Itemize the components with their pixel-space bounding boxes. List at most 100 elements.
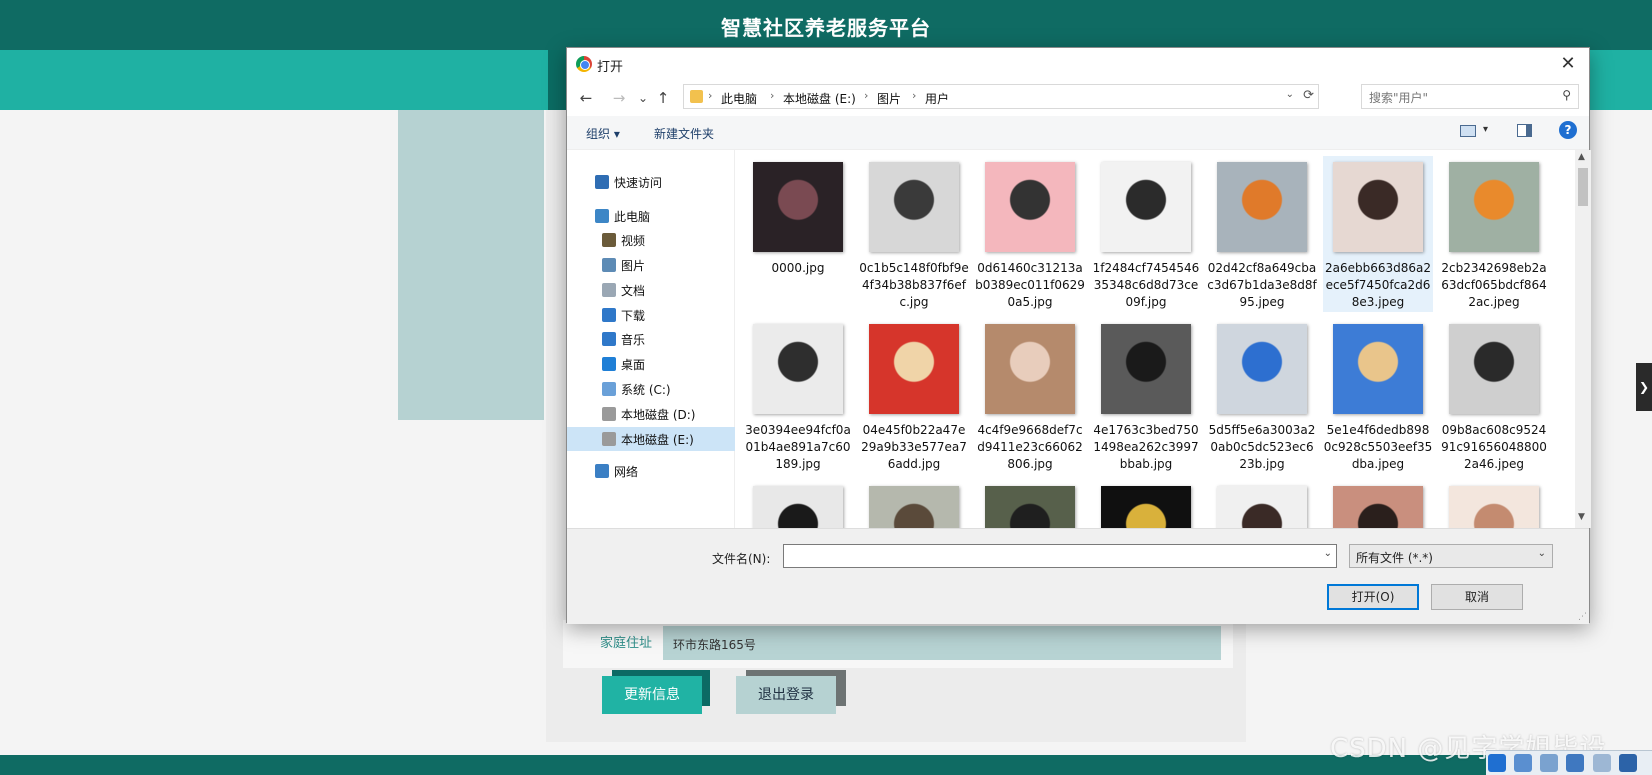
file-item[interactable] xyxy=(1439,480,1549,528)
chevron-down-icon[interactable]: ▾ xyxy=(1483,124,1488,135)
chevron-down-icon: ⌄ xyxy=(1537,548,1546,559)
file-item[interactable]: 0c1b5c148f0fbf9e4f34b38b837f6efc.jpg xyxy=(859,156,969,312)
recent-locations-button[interactable]: ⌄ xyxy=(633,88,653,108)
scroll-down-arrow[interactable]: ▼ xyxy=(1578,512,1585,522)
image-thumbnail xyxy=(1217,486,1307,528)
file-type-select[interactable]: 所有文件 (*.*) ⌄ xyxy=(1349,544,1553,568)
documents-icon xyxy=(602,283,616,297)
sidebar-item-label: 音乐 xyxy=(621,333,646,347)
scrollbar-thumb[interactable] xyxy=(1578,168,1588,206)
side-expand-tab[interactable]: ❯ xyxy=(1636,363,1652,411)
tray-icon[interactable] xyxy=(1540,754,1559,772)
breadcrumb-pictures[interactable]: 图片 xyxy=(877,90,901,107)
address-bar[interactable]: › 此电脑 › 本地磁盘 (E:) › 图片 › 用户 ⌄ ⟳ xyxy=(683,84,1319,109)
vertical-scrollbar[interactable]: ▲ ▼ xyxy=(1575,150,1591,528)
chrome-icon xyxy=(576,56,592,72)
view-mode-icon[interactable] xyxy=(1460,125,1476,137)
command-bar: 组织 ▾ 新建文件夹 ▾ ? xyxy=(567,116,1589,150)
file-item[interactable] xyxy=(1091,480,1201,528)
filename-input[interactable]: ⌄ xyxy=(783,544,1337,568)
organize-menu[interactable]: 组织 ▾ xyxy=(586,125,620,142)
filename-label: 文件名(N): xyxy=(712,552,771,566)
forward-button[interactable]: → xyxy=(609,88,629,108)
breadcrumb-users[interactable]: 用户 xyxy=(925,90,949,107)
sidebar-item[interactable]: 文档 xyxy=(567,278,735,302)
image-thumbnail xyxy=(869,486,959,528)
scroll-up-arrow[interactable]: ▲ xyxy=(1578,152,1585,162)
file-item[interactable]: 4c4f9e9668def7cd9411e23c66062806.jpg xyxy=(975,318,1085,474)
file-item[interactable]: 0d61460c31213ab0389ec011f06290a5.jpg xyxy=(975,156,1085,312)
file-name: 2a6ebb663d86a2ece5f7450fca2d68e3.jpeg xyxy=(1324,261,1432,309)
image-thumbnail xyxy=(1101,324,1191,414)
sidebar-item[interactable]: 下载 xyxy=(567,303,735,327)
file-item[interactable] xyxy=(975,480,1085,528)
file-name: 5d5ff5e6a3003a20ab0c5dc523ec623b.jpg xyxy=(1208,423,1316,471)
chevron-down-icon[interactable]: ⌄ xyxy=(1286,89,1294,100)
file-type-value: 所有文件 (*.*) xyxy=(1356,551,1433,565)
close-button[interactable]: ✕ xyxy=(1555,51,1581,77)
preview-pane-icon[interactable] xyxy=(1517,124,1532,137)
address-field[interactable]: 环市东路165号 xyxy=(663,626,1221,660)
search-input[interactable]: 搜索"用户" ⚲ xyxy=(1361,84,1579,109)
dialog-footer: 文件名(N): ⌄ 所有文件 (*.*) ⌄ 打开(O) 取消 ⋰ xyxy=(567,528,1589,624)
image-thumbnail xyxy=(985,162,1075,252)
new-folder-button[interactable]: 新建文件夹 xyxy=(654,125,714,142)
file-item[interactable]: 4e1763c3bed7501498ea262c3997bbab.jpg xyxy=(1091,318,1201,474)
sidebar-item[interactable]: 本地磁盘 (D:) xyxy=(567,402,735,426)
tray-icon[interactable] xyxy=(1566,754,1585,772)
file-item[interactable]: 3e0394ee94fcf0a01b4ae891a7c60189.jpg xyxy=(743,318,853,474)
help-icon[interactable]: ? xyxy=(1559,121,1577,139)
file-name: 04e45f0b22a47e29a9b33e577ea76add.jpg xyxy=(861,423,967,471)
sidebar-item[interactable]: 视频 xyxy=(567,228,735,252)
file-item[interactable] xyxy=(743,480,853,528)
file-item[interactable]: 5e1e4f6dedb8980c928c5503eef35dba.jpeg xyxy=(1323,318,1433,474)
logout-button[interactable]: 退出登录 xyxy=(736,676,836,714)
sidebar-item-label: 网络 xyxy=(614,465,639,479)
image-thumbnail xyxy=(753,486,843,528)
open-button[interactable]: 打开(O) xyxy=(1327,584,1419,610)
image-thumbnail xyxy=(1333,324,1423,414)
drive-icon xyxy=(602,432,616,446)
breadcrumb-this-pc[interactable]: 此电脑 xyxy=(721,90,757,107)
file-item[interactable]: 02d42cf8a649cbac3d67b1da3e8d8f95.jpeg xyxy=(1207,156,1317,312)
resize-grip[interactable]: ⋰ xyxy=(1578,612,1587,622)
sidebar-item[interactable]: 图片 xyxy=(567,253,735,277)
file-item[interactable]: 04e45f0b22a47e29a9b33e577ea76add.jpg xyxy=(859,318,969,474)
address-label: 家庭住址 xyxy=(600,636,653,651)
file-name: 0c1b5c148f0fbf9e4f34b38b837f6efc.jpg xyxy=(859,261,969,309)
sidebar-item[interactable]: 系统 (C:) xyxy=(567,377,735,401)
file-item[interactable]: 09b8ac608c952491c916560488002a46.jpeg xyxy=(1439,318,1549,474)
tray-icon[interactable] xyxy=(1488,754,1506,772)
folder-icon xyxy=(690,90,703,103)
file-item[interactable] xyxy=(1323,480,1433,528)
breadcrumb-separator: › xyxy=(708,89,713,102)
refresh-icon[interactable]: ⟳ xyxy=(1303,88,1314,103)
system-tray xyxy=(1486,750,1652,775)
image-thumbnail xyxy=(1333,162,1423,252)
tray-icon[interactable] xyxy=(1618,754,1637,772)
sidebar-item[interactable]: 桌面 xyxy=(567,352,735,376)
file-item[interactable]: 2cb2342698eb2a63dcf065bdcf8642ac.jpeg xyxy=(1439,156,1549,312)
image-thumbnail xyxy=(753,324,843,414)
file-item[interactable] xyxy=(859,480,969,528)
sidebar-item[interactable]: 快速访问 xyxy=(567,170,735,194)
file-item[interactable] xyxy=(1207,480,1317,528)
sidebar-item[interactable]: 此电脑 xyxy=(567,204,735,228)
network-icon xyxy=(595,464,609,478)
tray-icon[interactable] xyxy=(1514,754,1533,772)
tray-icon[interactable] xyxy=(1592,754,1611,772)
update-button[interactable]: 更新信息 xyxy=(602,676,702,714)
file-item[interactable]: 1f2484cf745454635348c6d8d73ce09f.jpg xyxy=(1091,156,1201,312)
music-icon xyxy=(602,332,616,346)
sidebar-item[interactable]: 本地磁盘 (E:) xyxy=(567,427,735,451)
cancel-button[interactable]: 取消 xyxy=(1431,584,1523,610)
breadcrumb-drive-e[interactable]: 本地磁盘 (E:) xyxy=(783,90,856,107)
file-item[interactable]: 5d5ff5e6a3003a20ab0c5dc523ec623b.jpg xyxy=(1207,318,1317,474)
chevron-down-icon[interactable]: ⌄ xyxy=(1324,548,1332,559)
sidebar-item[interactable]: 音乐 xyxy=(567,327,735,351)
up-button[interactable]: ↑ xyxy=(653,88,673,108)
file-item[interactable]: 2a6ebb663d86a2ece5f7450fca2d68e3.jpeg xyxy=(1323,156,1433,312)
back-button[interactable]: ← xyxy=(576,88,596,108)
file-item[interactable]: 0000.jpg xyxy=(743,156,853,312)
sidebar-item[interactable]: 网络 xyxy=(567,459,735,483)
